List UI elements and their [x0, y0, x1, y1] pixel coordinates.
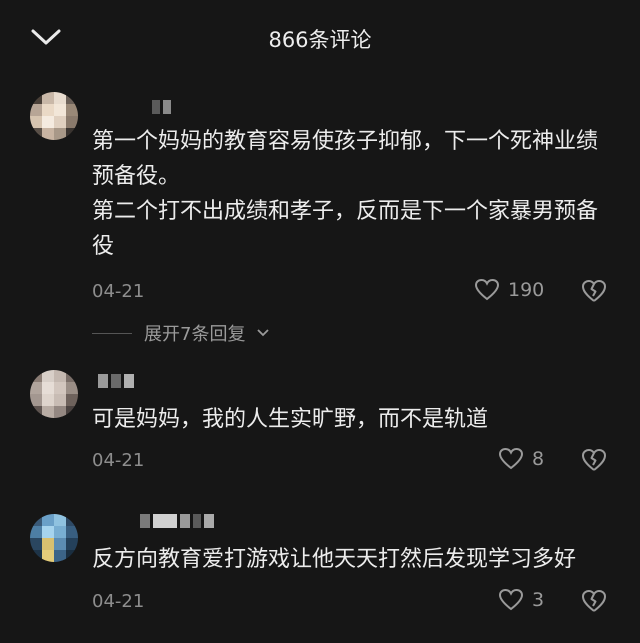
expand-replies-button[interactable]: 展开7条回复 [92, 320, 270, 346]
dislike-icon[interactable] [580, 447, 608, 473]
comment-line: 第二个打不出成绩和孝子，反而是下一个家暴男预备役 [92, 199, 599, 259]
like-button[interactable]: 190 [474, 278, 544, 302]
comment-count-title: 866条评论 [268, 28, 372, 52]
heart-icon [474, 278, 500, 301]
comment-text: 第一个妈妈的教育容易使孩子抑郁，下一个死神业绩预备役。 第二个打不出成绩和孝子，… [92, 124, 612, 264]
like-count: 190 [508, 279, 545, 301]
divider [92, 332, 132, 334]
chevron-down-icon [257, 329, 270, 337]
username-masked[interactable] [140, 514, 214, 530]
heart-icon [498, 588, 524, 611]
comment-text: 反方向教育爱打游戏让他天天打然后发现学习多好 [92, 542, 612, 577]
username-masked[interactable] [98, 374, 134, 390]
avatar[interactable] [30, 92, 78, 140]
comment-line: 反方向教育爱打游戏让他天天打然后发现学习多好 [92, 547, 577, 572]
heart-icon [498, 447, 524, 470]
comment-date: 04-21 [92, 591, 145, 612]
avatar[interactable] [30, 370, 78, 418]
comment-line: 第一个妈妈的教育容易使孩子抑郁，下一个死神业绩预备役。 [92, 129, 599, 189]
expand-replies-label: 展开7条回复 [144, 324, 246, 345]
like-button[interactable]: 3 [498, 588, 544, 612]
like-count: 8 [532, 448, 545, 470]
dislike-icon[interactable] [580, 278, 608, 304]
comment-text: 可是妈妈，我的人生实旷野，而不是轨道 [92, 402, 612, 437]
like-button[interactable]: 8 [498, 447, 544, 471]
username-masked[interactable] [152, 100, 171, 116]
comment-date: 04-21 [92, 281, 145, 302]
dislike-icon[interactable] [580, 588, 608, 614]
avatar[interactable] [30, 514, 78, 562]
comments-header: 866条评论 [0, 0, 640, 80]
comment-line: 可是妈妈，我的人生实旷野，而不是轨道 [92, 407, 489, 432]
comment-date: 04-21 [92, 450, 145, 471]
like-count: 3 [532, 589, 545, 611]
